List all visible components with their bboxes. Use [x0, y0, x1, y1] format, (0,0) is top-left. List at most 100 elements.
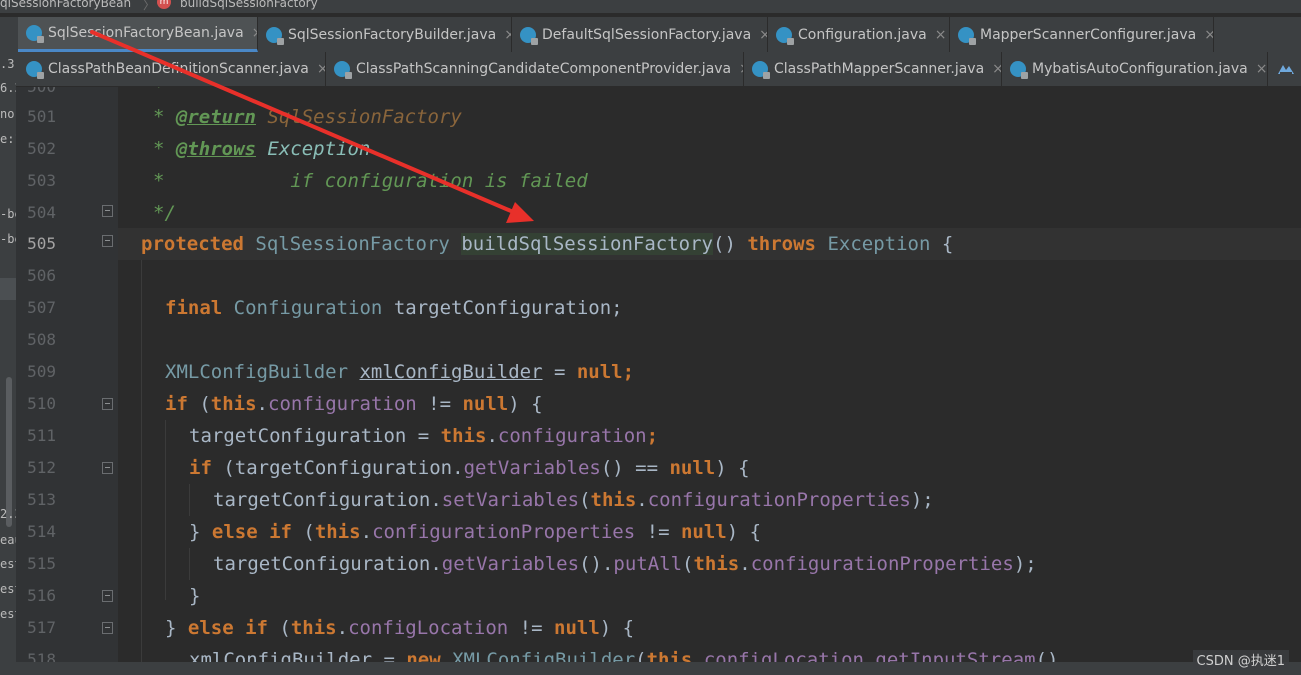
line-number: 510	[27, 394, 56, 413]
tab-label: ClassPathBeanDefinitionScanner.java	[48, 61, 309, 77]
tab-label: MapperScannerConfigurer.java	[980, 26, 1197, 43]
code-line-501: * @return SqlSessionFactory	[153, 106, 462, 128]
fold-marker-icon[interactable]	[102, 462, 113, 474]
line-number: 515	[27, 554, 56, 573]
line-number-current: 505	[27, 234, 56, 253]
indent-guide	[189, 484, 190, 516]
line-number: 508	[27, 330, 56, 349]
code-line-518: xmlConfigBuilder = new XMLConfigBuilder(…	[189, 649, 1070, 662]
fold-marker-icon[interactable]	[102, 235, 113, 247]
project-tree-fragment[interactable]: .3	[0, 57, 14, 71]
csdn-watermark: CSDN @执迷1	[1192, 650, 1289, 669]
code-line-512: if (targetConfiguration.getVariables() =…	[189, 457, 750, 479]
close-icon[interactable]: ×	[992, 61, 1001, 77]
project-tree-fragment[interactable]: eau	[0, 533, 16, 547]
close-icon[interactable]: ×	[317, 61, 325, 77]
line-number: 517	[27, 618, 56, 637]
line-number: 518	[27, 650, 56, 662]
line-number: 512	[27, 458, 56, 477]
project-tree-fragment[interactable]: 2.3	[0, 507, 16, 521]
tab-label: SqlSessionFactoryBuilder.java	[288, 26, 497, 43]
code-line-515: targetConfiguration.getVariables().putAl…	[213, 553, 1037, 575]
class-icon	[520, 26, 538, 45]
code-line-507: final Configuration targetConfiguration;	[165, 297, 623, 319]
line-number: 501	[27, 107, 56, 126]
code-line-513: targetConfiguration.setVariables(this.co…	[213, 489, 934, 511]
class-icon	[266, 26, 284, 45]
editor-tabs-row-2: ClassPathBeanDefinitionScanner.java × Cl…	[0, 52, 1301, 87]
tab-overflow-icon[interactable]	[1270, 52, 1301, 86]
editor-tabs-row-1: SqlSessionFactoryBean.java × SqlSessionF…	[0, 17, 1301, 53]
project-panel-strip: .3 6.3 nor e:1 -be -be 2.3 eau esta esta…	[0, 52, 16, 675]
close-icon[interactable]: ×	[504, 27, 511, 43]
line-number-gutter[interactable]: 500 501 502 503 504 505 506 507 508 509 …	[16, 87, 118, 662]
line-number: 511	[27, 426, 56, 445]
code-line-517: } else if (this.configLocation != null) …	[165, 617, 635, 639]
line-number: 503	[27, 171, 56, 190]
code-line-510: if (this.configuration != null) {	[165, 393, 543, 415]
breadcrumb-separator: 〉	[143, 0, 156, 12]
tab-classpathbeandefinitionscanner[interactable]: ClassPathBeanDefinitionScanner.java ×	[18, 52, 326, 86]
indent-guide	[165, 420, 166, 600]
class-icon	[1010, 61, 1028, 79]
project-tree-selection	[0, 278, 16, 300]
line-number: 506	[27, 266, 56, 285]
tab-label: MybatisAutoConfiguration.java	[1032, 61, 1248, 77]
tab-configuration[interactable]: Configuration.java ×	[768, 17, 950, 52]
tab-sqlsessionfactorybuilder[interactable]: SqlSessionFactoryBuilder.java ×	[258, 17, 512, 52]
fold-marker-icon[interactable]	[102, 205, 113, 217]
code-line-503: * if configuration is failed	[153, 170, 588, 192]
class-icon	[26, 25, 44, 43]
editor-bottom-bar	[0, 662, 1301, 675]
line-number: 502	[27, 139, 56, 158]
code-editor[interactable]: 500 501 502 503 504 505 506 507 508 509 …	[16, 87, 1301, 662]
project-tree-fragment[interactable]: esta	[0, 582, 16, 596]
close-icon[interactable]: ×	[759, 27, 767, 43]
code-line-504: */	[153, 202, 176, 224]
tab-label: Configuration.java	[798, 26, 927, 43]
breadcrumb-method[interactable]: buildSqlSessionFactory	[180, 0, 318, 10]
tab-label: ClassPathScanningCandidateComponentProvi…	[356, 61, 732, 77]
line-number: 514	[27, 522, 56, 541]
project-tree-fragment[interactable]: esta	[0, 557, 16, 571]
project-tree-fragment[interactable]: esta	[0, 607, 16, 621]
close-icon[interactable]: ×	[935, 27, 947, 43]
tab-classpathmapperscanner[interactable]: ClassPathMapperScanner.java ×	[744, 52, 1002, 86]
project-panel-scrollbar[interactable]	[6, 377, 12, 527]
tab-defaultsqlsessionfactory[interactable]: DefaultSqlSessionFactory.java ×	[512, 17, 768, 52]
code-line-514: } else if (this.configurationProperties …	[189, 521, 762, 543]
tab-classpathscanningcandidatecomponentprovider[interactable]: ClassPathScanningCandidateComponentProvi…	[326, 52, 744, 86]
project-tree-fragment[interactable]: -be	[0, 207, 16, 221]
tab-label: DefaultSqlSessionFactory.java	[542, 26, 752, 43]
line-number: 513	[27, 490, 56, 509]
project-tree-fragment[interactable]: 6.3	[0, 81, 16, 95]
class-icon	[752, 61, 770, 79]
line-number: 507	[27, 298, 56, 317]
breadcrumb: qlSessionFactoryBean 〉 m buildSqlSession…	[0, 0, 1301, 13]
project-tree-fragment[interactable]: -be	[0, 232, 16, 246]
close-icon[interactable]: ×	[1256, 61, 1267, 77]
tab-sqlsessionfactorybean[interactable]: SqlSessionFactoryBean.java ×	[18, 17, 258, 52]
tab-label: ClassPathMapperScanner.java	[774, 61, 985, 77]
fold-marker-icon[interactable]	[102, 622, 113, 634]
code-line-505: protected SqlSessionFactory buildSqlSess…	[141, 233, 954, 255]
method-icon: m	[157, 0, 171, 9]
line-number: 509	[27, 362, 56, 381]
project-tree-fragment[interactable]: e:1	[0, 132, 16, 146]
tab-mybatisautoconfiguration[interactable]: MybatisAutoConfiguration.java ×	[1002, 52, 1268, 86]
breadcrumb-class[interactable]: qlSessionFactoryBean	[0, 0, 131, 10]
line-number: 516	[27, 586, 56, 605]
code-line-516: }	[189, 585, 201, 607]
fold-marker-icon[interactable]	[102, 590, 113, 602]
class-icon	[776, 26, 794, 45]
code-line-511: targetConfiguration = this.configuration…	[189, 425, 659, 447]
tab-mapperscannerconfigurer[interactable]: MapperScannerConfigurer.java ×	[950, 17, 1214, 52]
close-icon[interactable]: ×	[1204, 27, 1213, 43]
code-line-502: * @throws Exception	[153, 138, 371, 160]
project-tree-fragment[interactable]: nor	[0, 107, 16, 121]
indent-guide	[141, 260, 142, 662]
line-number: 504	[27, 203, 56, 222]
class-icon	[26, 61, 44, 79]
fold-marker-icon[interactable]	[102, 398, 113, 410]
tab-label: SqlSessionFactoryBean.java	[48, 25, 244, 41]
